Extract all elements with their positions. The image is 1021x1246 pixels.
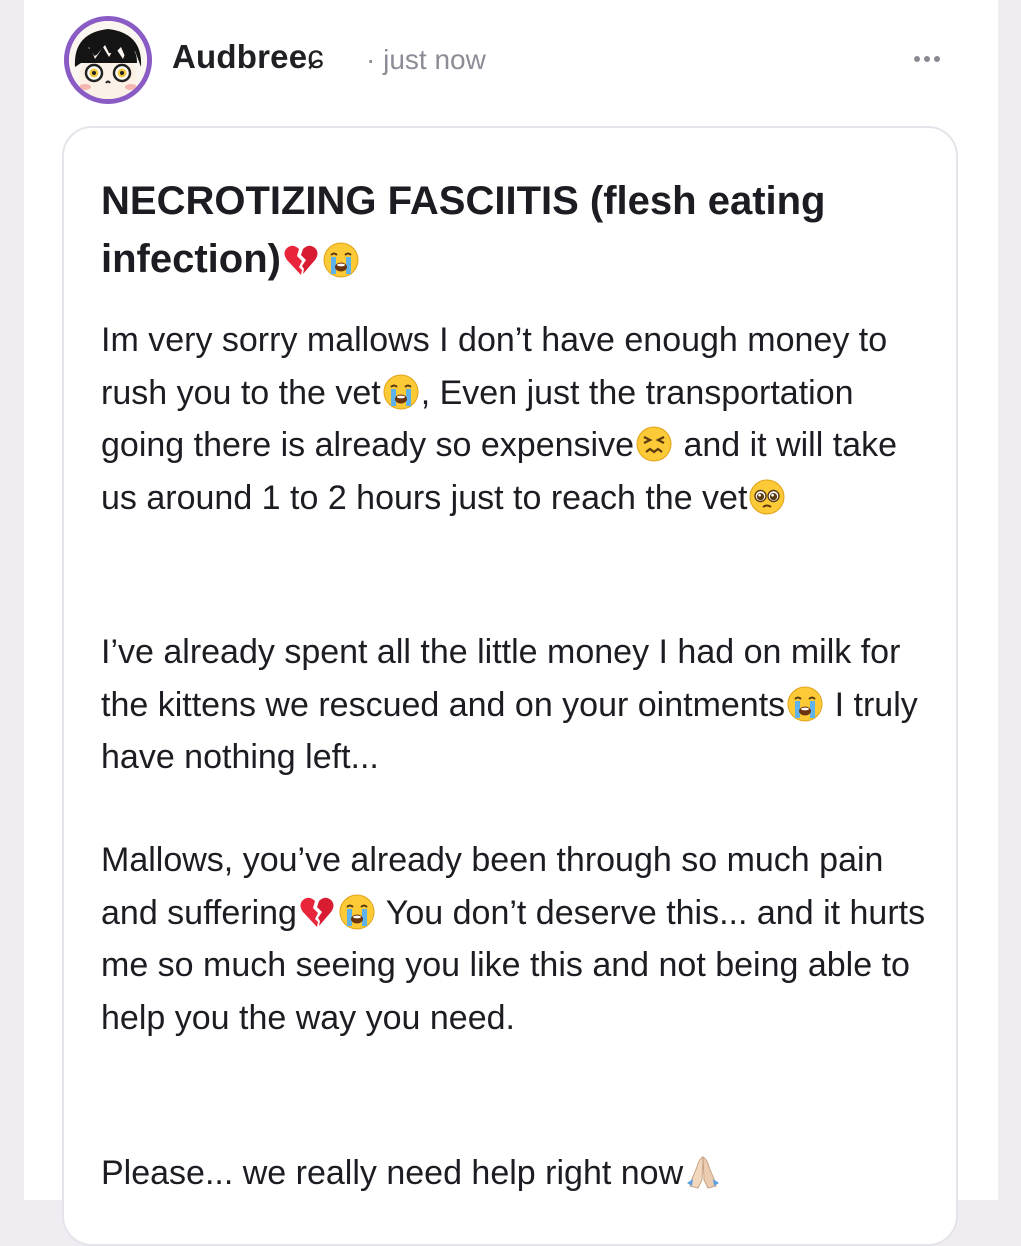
confounded-face-icon — [635, 425, 673, 463]
avatar[interactable] — [64, 16, 152, 104]
author-name[interactable]: Audbreeɕ — [172, 38, 324, 76]
post-paragraph-1: Im very sorry mallows I don’t have enoug… — [101, 314, 931, 524]
feed-column: Audbreeɕ · just now NECROTIZING FASCIITI… — [24, 0, 998, 1246]
more-options-button[interactable] — [908, 40, 946, 78]
loudly-crying-face-icon — [338, 893, 376, 931]
paragraph-text: Please... we really need help right now — [101, 1154, 684, 1192]
loudly-crying-face-icon — [786, 685, 824, 723]
author-suffix-glyph: ɕ — [307, 38, 324, 75]
broken-heart-icon — [282, 241, 320, 279]
loudly-crying-face-icon — [322, 241, 360, 279]
pleading-face-icon — [748, 478, 786, 516]
loudly-crying-face-icon — [382, 373, 420, 411]
paragraph-text: I’ve already spent all the little money … — [101, 633, 901, 724]
dot-icon — [924, 56, 930, 62]
folded-hands-icon — [684, 1153, 722, 1191]
title-emojis — [281, 237, 361, 281]
post-title-text: NECROTIZING FASCIITIS (flesh eating infe… — [101, 179, 826, 281]
post-paragraph-3: Mallows, you’ve already been through so … — [101, 834, 931, 1044]
post-card: NECROTIZING FASCIITIS (flesh eating infe… — [62, 126, 958, 1246]
post-timestamp: · just now — [366, 44, 486, 75]
post-paragraph-2: I’ve already spent all the little money … — [101, 626, 931, 784]
post-title: NECROTIZING FASCIITIS (flesh eating infe… — [101, 172, 901, 288]
dot-icon — [934, 56, 940, 62]
broken-heart-icon — [298, 893, 336, 931]
dot-icon — [914, 56, 920, 62]
post-paragraph-4: Please... we really need help right now — [101, 1147, 931, 1200]
